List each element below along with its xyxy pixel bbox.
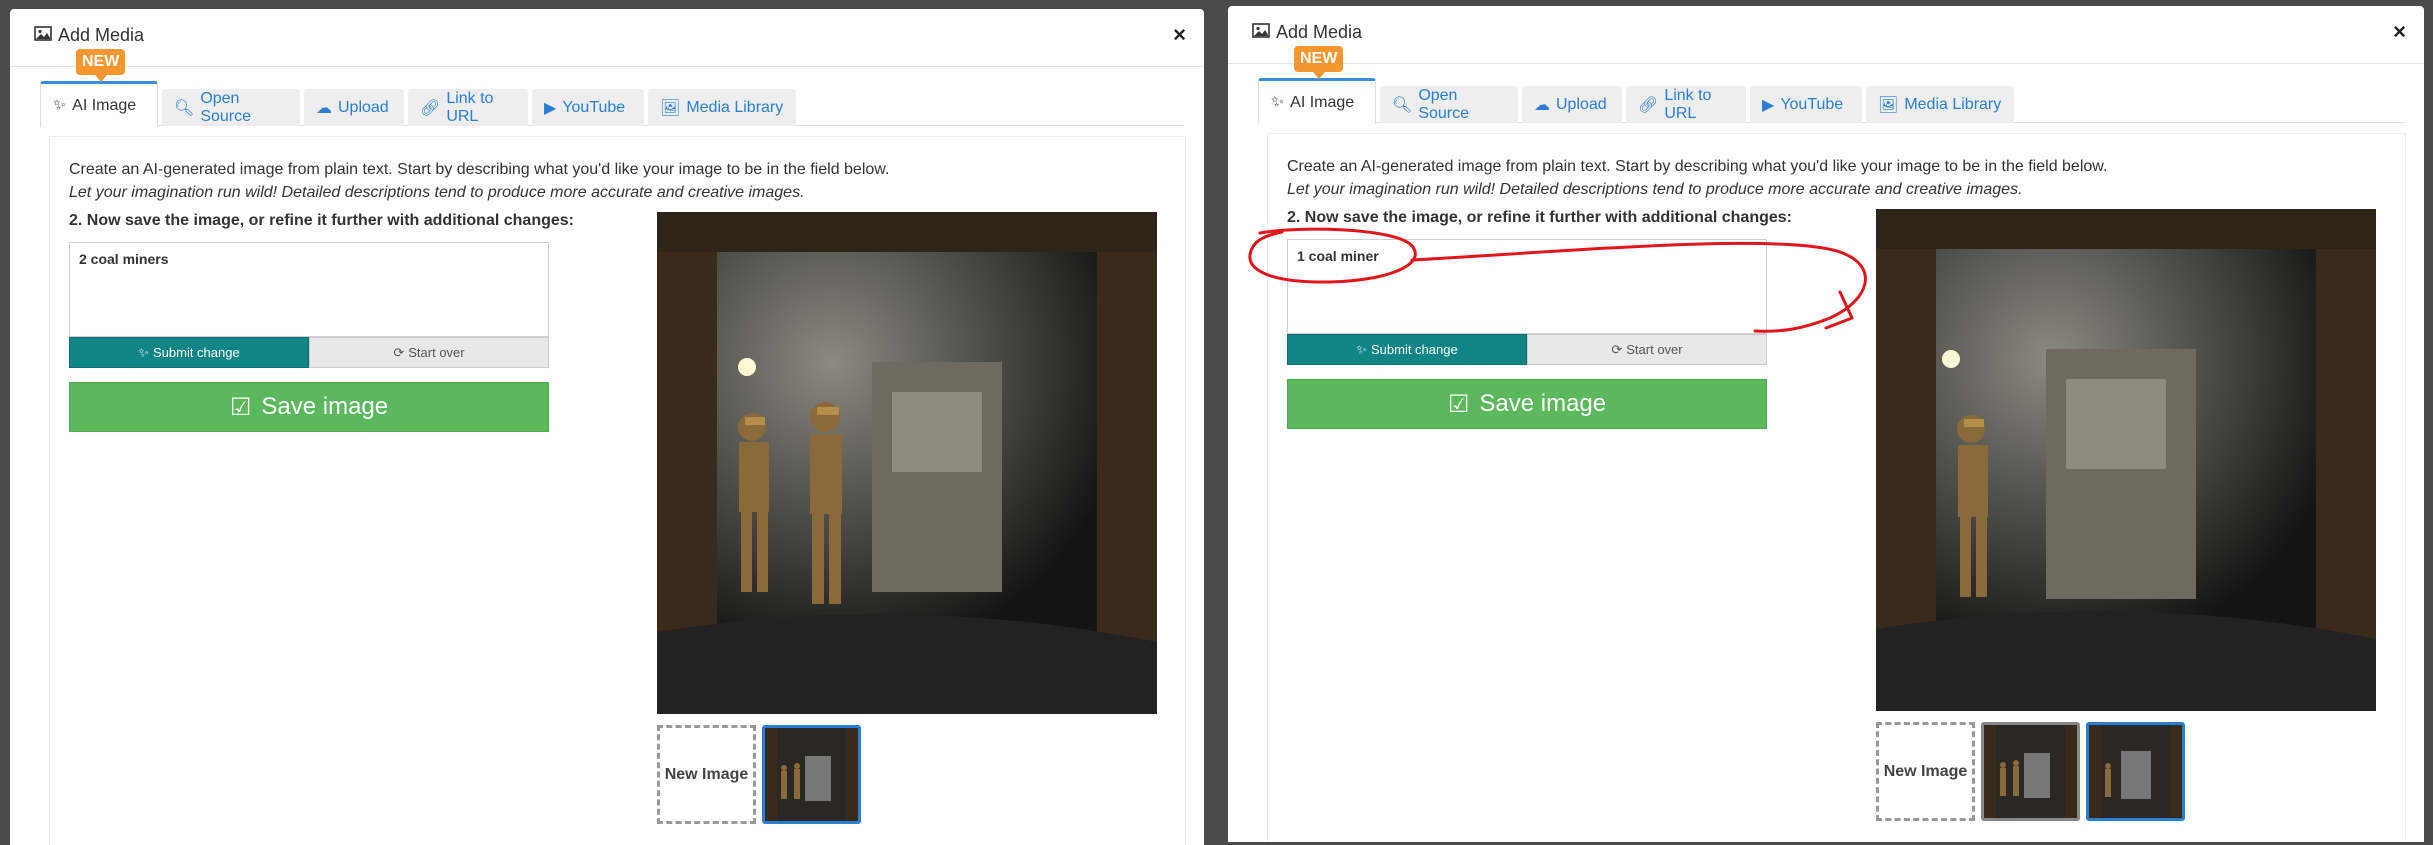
save-label: Save image <box>261 393 389 420</box>
search-icon: 🔍︎ <box>1392 96 1413 114</box>
modal-title: Add Media <box>1252 22 1362 43</box>
tab-ai-image[interactable]: ✨︎ AI Image <box>1258 78 1376 124</box>
media-tabs: ✨︎ AI Image 🔍︎ Open Source ☁︎ Upload 🔗︎ … <box>1258 78 2404 124</box>
generated-image-preview <box>657 212 1157 714</box>
tab-label: Open Source <box>200 89 252 125</box>
tab-label: Media Library <box>686 98 784 116</box>
intro-text: Create an AI-generated image from plain … <box>1287 155 2107 201</box>
image-thumbnail-selected[interactable] <box>2086 722 2185 821</box>
sparkle-icon: ✨︎ <box>53 96 67 114</box>
save-image-button[interactable]: ☑ Save image <box>69 382 549 432</box>
modal-header: Add Media × <box>1228 6 2424 64</box>
modal-title-text: Add Media <box>1276 22 1363 42</box>
submit-label: Submit change <box>1370 342 1458 357</box>
image-icon: 🖼︎ <box>1878 96 1899 114</box>
start-over-button[interactable]: ⟳ Start over <box>1527 334 1767 365</box>
close-button[interactable]: × <box>2393 19 2406 45</box>
media-tabs: ✨︎ AI Image 🔍︎ Open Source ☁︎ Upload 🔗︎ … <box>40 81 1184 127</box>
tab-label: Upload <box>1556 95 1607 113</box>
intro-line-1: Create an AI-generated image from plain … <box>69 161 890 178</box>
step-label: 2. Now save the image, or refine it furt… <box>1287 209 1792 226</box>
new-image-thumbnail[interactable]: New Image <box>1876 722 1975 821</box>
tab-label: Link to URL <box>1664 86 1712 122</box>
start-over-label: Start over <box>1626 342 1683 357</box>
cloud-upload-icon: ☁︎ <box>316 99 332 117</box>
sparkle-icon: ✨︎ <box>1356 341 1367 357</box>
tab-label: Upload <box>338 98 389 116</box>
modal-header: Add Media × <box>10 9 1204 67</box>
tab-link-url[interactable]: 🔗︎ Link to URL <box>1626 86 1746 123</box>
sparkle-icon: ✨︎ <box>1271 93 1285 111</box>
tab-label: YouTube <box>562 98 626 116</box>
check-square-icon: ☑ <box>229 393 252 421</box>
tab-youtube[interactable]: ▶︎ YouTube <box>1750 86 1862 123</box>
prompt-textarea[interactable]: 1 coal miner <box>1287 239 1767 334</box>
new-badge: NEW <box>76 49 126 82</box>
modal-title-text: Add Media <box>58 25 145 45</box>
modal-title: Add Media <box>34 25 144 46</box>
step-label: 2. Now save the image, or refine it furt… <box>69 212 574 229</box>
image-thumbnail[interactable] <box>1981 722 2080 821</box>
add-media-modal-left: Add Media × ✨︎ AI Image 🔍︎ Open Source ☁… <box>10 9 1204 845</box>
check-square-icon: ☑ <box>1447 390 1470 418</box>
tab-upload[interactable]: ☁︎ Upload <box>1522 86 1622 123</box>
tab-label: Media Library <box>1904 95 2002 113</box>
sparkle-icon: ✨︎ <box>138 344 149 360</box>
link-icon: 🔗︎ <box>420 99 441 117</box>
prompt-actions: ✨︎ Submit change ⟳ Start over <box>1287 334 1767 365</box>
tab-media-library[interactable]: 🖼︎ Media Library <box>648 89 796 126</box>
add-media-modal-right: Add Media × ✨︎ AI Image 🔍︎ Open Source ☁… <box>1228 6 2424 842</box>
tab-label: AI Image <box>72 96 137 114</box>
image-thumbnail-selected[interactable] <box>762 725 861 824</box>
start-over-label: Start over <box>408 345 465 360</box>
refresh-icon: ⟳ <box>1611 341 1623 357</box>
tab-label: Link to URL <box>446 89 494 125</box>
tab-upload[interactable]: ☁︎ Upload <box>304 89 404 126</box>
tab-link-url[interactable]: 🔗︎ Link to URL <box>408 89 528 126</box>
submit-label: Submit change <box>152 345 240 360</box>
youtube-icon: ▶︎ <box>544 99 557 117</box>
new-image-thumbnail[interactable]: New Image <box>657 725 756 824</box>
cloud-upload-icon: ☁︎ <box>1534 96 1550 114</box>
image-icon <box>1252 22 1270 43</box>
tab-label: Open Source <box>1418 86 1470 122</box>
image-icon: 🖼︎ <box>660 99 681 117</box>
intro-text: Create an AI-generated image from plain … <box>69 158 889 204</box>
refresh-icon: ⟳ <box>393 344 405 360</box>
tab-ai-image[interactable]: ✨︎ AI Image <box>40 81 158 127</box>
tab-open-source[interactable]: 🔍︎ Open Source <box>162 89 300 126</box>
new-badge: NEW <box>1294 46 1344 79</box>
generated-image-preview <box>1876 209 2376 711</box>
prompt-textarea[interactable]: 2 coal miners <box>69 242 549 337</box>
tab-youtube[interactable]: ▶︎ YouTube <box>532 89 644 126</box>
youtube-icon: ▶︎ <box>1762 96 1775 114</box>
tab-label: AI Image <box>1290 93 1355 111</box>
link-icon: 🔗︎ <box>1638 96 1659 114</box>
tab-media-library[interactable]: 🖼︎ Media Library <box>1866 86 2014 123</box>
image-icon <box>34 25 52 46</box>
submit-change-button[interactable]: ✨︎ Submit change <box>69 337 309 368</box>
start-over-button[interactable]: ⟳ Start over <box>309 337 549 368</box>
save-label: Save image <box>1479 390 1607 417</box>
search-icon: 🔍︎ <box>174 99 195 117</box>
intro-line-2: Let your imagination run wild! Detailed … <box>1287 181 2023 198</box>
intro-line-2: Let your imagination run wild! Detailed … <box>69 184 805 201</box>
prompt-actions: ✨︎ Submit change ⟳ Start over <box>69 337 549 368</box>
submit-change-button[interactable]: ✨︎ Submit change <box>1287 334 1527 365</box>
tab-label: YouTube <box>1780 95 1844 113</box>
intro-line-1: Create an AI-generated image from plain … <box>1287 158 2108 175</box>
save-image-button[interactable]: ☑ Save image <box>1287 379 1767 429</box>
close-button[interactable]: × <box>1173 22 1186 48</box>
tab-open-source[interactable]: 🔍︎ Open Source <box>1380 86 1518 123</box>
